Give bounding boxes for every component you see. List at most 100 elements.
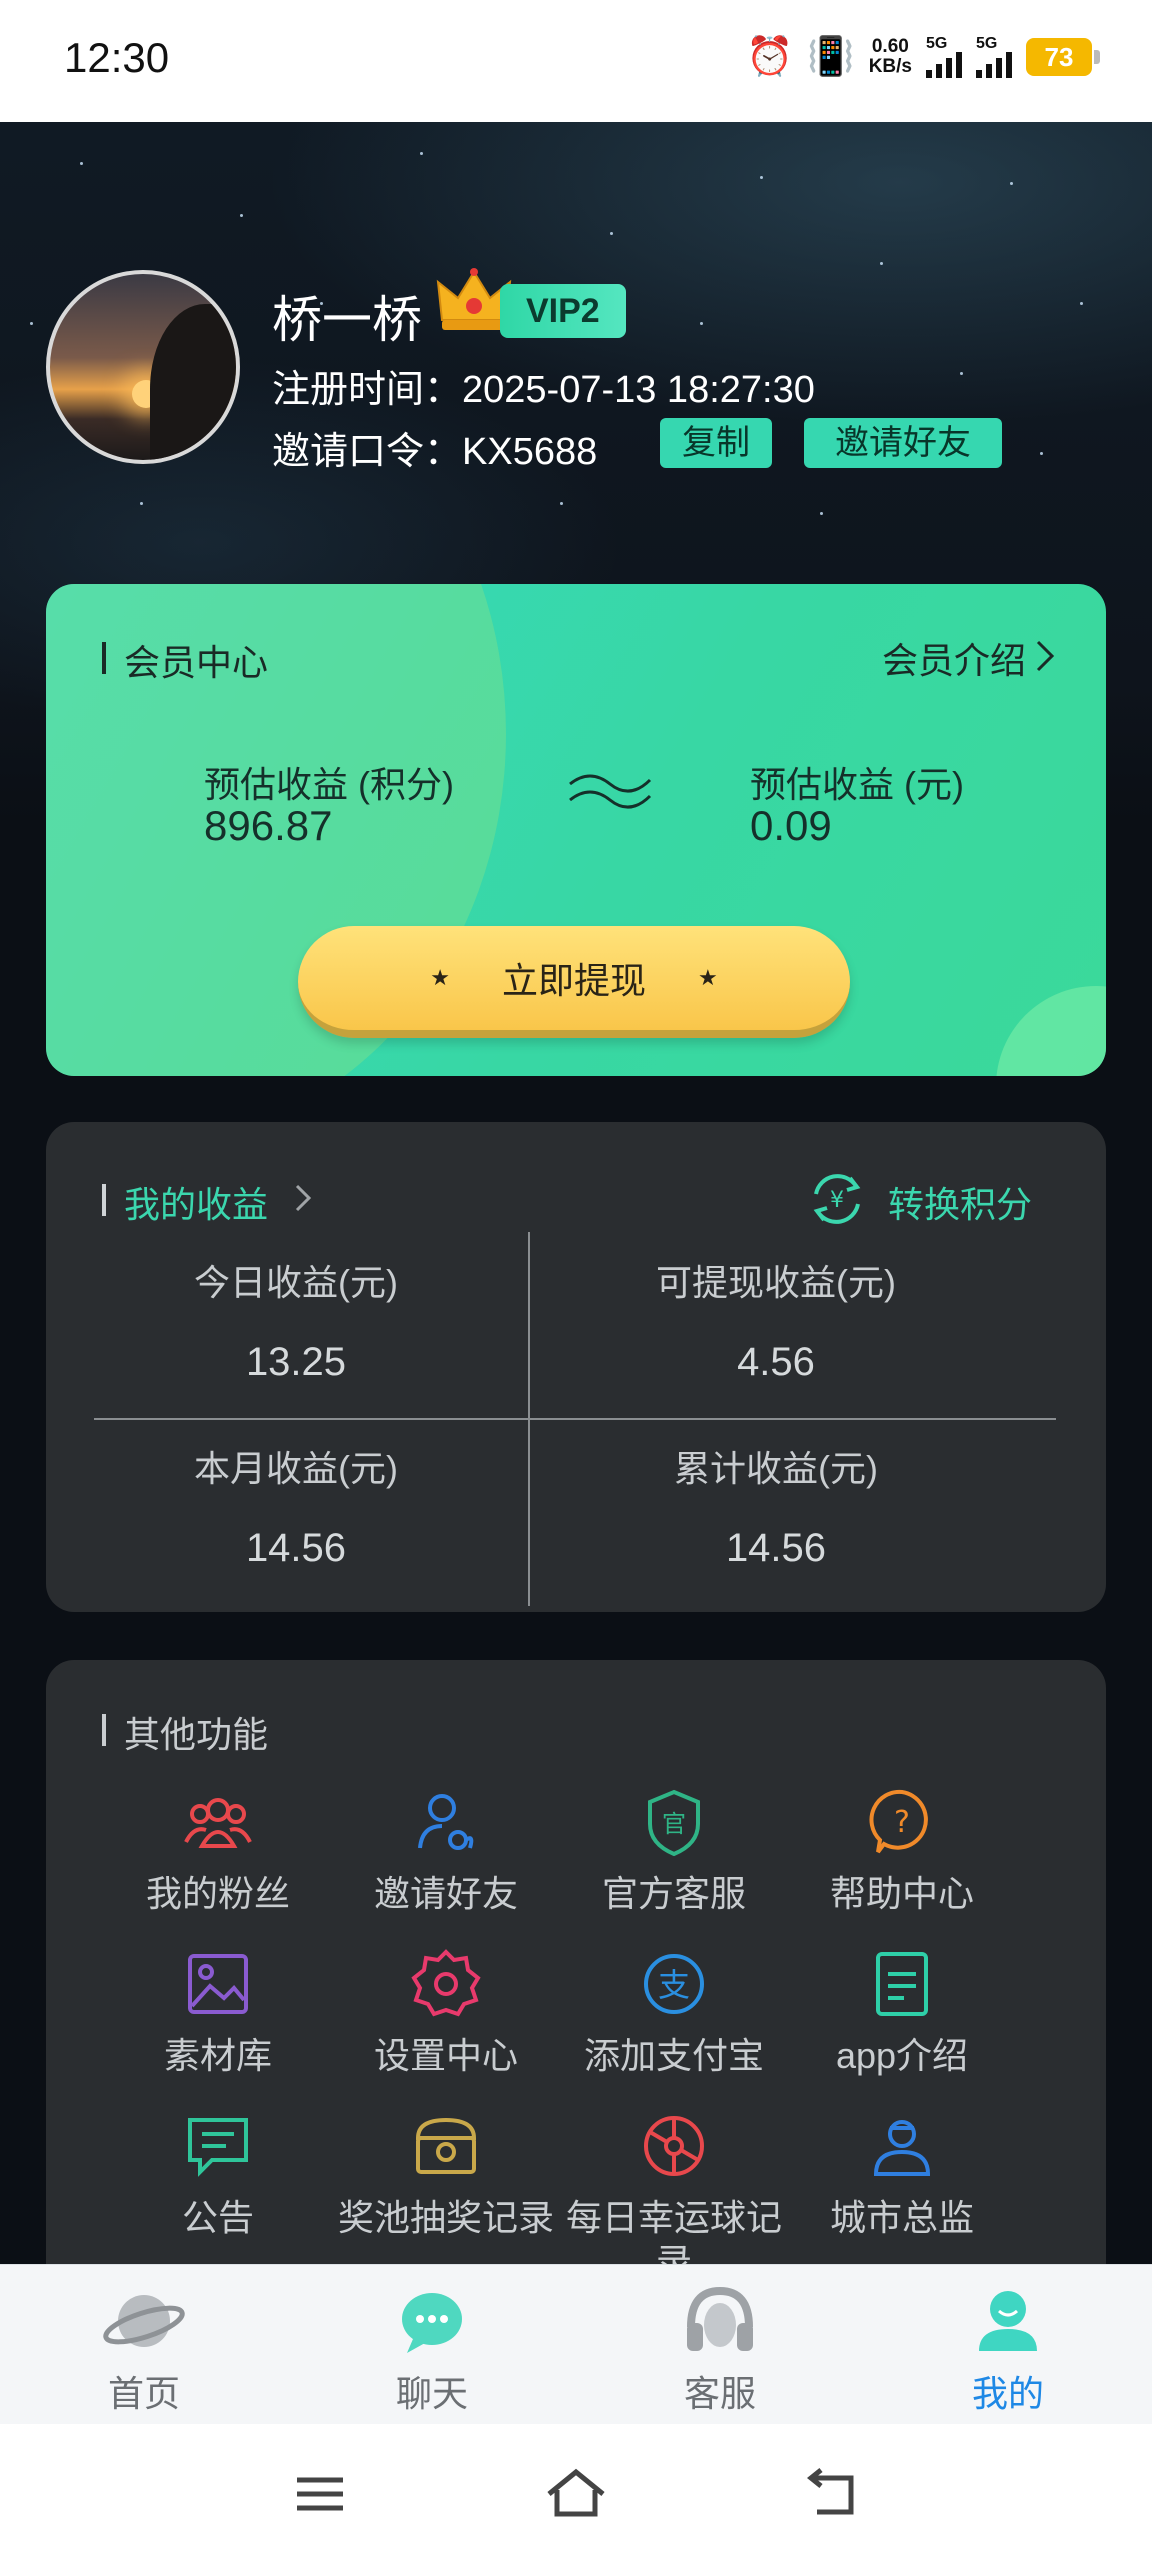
func-label: 帮助中心 [829, 1873, 974, 1914]
tab-chat[interactable]: 聊天 [332, 2281, 532, 2417]
svg-text:?: ? [894, 1805, 910, 1840]
member-center-card: 会员中心 会员介绍 预估收益 (积分) 896.87 预估收益 (元) 0.09… [46, 584, 1106, 1076]
func-app-intro[interactable]: app介绍 [788, 1946, 1016, 2078]
divider [94, 1418, 1056, 1420]
func-announcement[interactable]: 公告 [104, 2108, 332, 2240]
invite-friend-button[interactable]: 邀请好友 [804, 418, 1002, 468]
withdraw-button[interactable]: ★ 立即提现 ★ [298, 926, 850, 1038]
vibrate-icon: 📳 [807, 36, 855, 78]
today-earnings-value: 13.25 [245, 1340, 347, 1384]
signal-bars-icon [976, 52, 1012, 78]
chat-icon [402, 2293, 462, 2353]
month-earnings-value: 14.56 [245, 1526, 347, 1570]
func-label: 设置中心 [373, 2035, 518, 2076]
copy-button[interactable]: 复制 [660, 418, 772, 468]
withdraw-label: 立即提现 [501, 960, 646, 1001]
status-bar: 12:30 ⏰ 📳 0.60 KB/s 5G 5G 73 [0, 0, 1152, 122]
image-library-icon [188, 1954, 248, 2014]
signal-bars-icon [926, 52, 962, 78]
func-label: app介绍 [835, 2035, 969, 2076]
func-settings-center[interactable]: 设置中心 [332, 1946, 560, 2078]
est-yuan-label: 预估收益 (元) [750, 764, 964, 805]
avatar-silhouette [150, 304, 236, 460]
func-label: 城市总监 [829, 2197, 974, 2238]
svg-text:官: 官 [662, 1810, 686, 1838]
tab-label: 首页 [107, 2373, 180, 2414]
func-my-fans[interactable]: 我的粉丝 [104, 1784, 332, 1916]
func-label: 奖池抽奖记录 [337, 2197, 554, 2238]
home-icon[interactable] [541, 2464, 611, 2524]
func-city-director[interactable]: 城市总监 [788, 2108, 1016, 2240]
menu-icon[interactable] [285, 2464, 355, 2524]
net-speed-unit: KB/s [868, 56, 912, 77]
city-director-icon [873, 2120, 931, 2176]
today-earnings-label: 今日收益(元) [194, 1262, 398, 1303]
func-material-library[interactable]: 素材库 [104, 1946, 332, 2078]
network-speed: 0.60 KB/s [869, 37, 912, 77]
status-time: 12:30 [64, 34, 170, 81]
card-decoration [996, 986, 1106, 1076]
help-icon: ? [869, 1789, 928, 1854]
profile-icon [979, 2291, 1037, 2351]
est-yuan-value: 0.09 [750, 802, 832, 849]
tab-mine[interactable]: 我的 [908, 2281, 1108, 2417]
month-earnings-label: 本月收益(元) [194, 1448, 398, 1489]
invite-code: 邀请口令：KX5688 [272, 431, 598, 473]
vip-badge: VIP2 [500, 284, 626, 338]
signal-label: 5G [926, 35, 948, 52]
func-label: 添加支付宝 [583, 2035, 764, 2076]
register-time: 注册时间：2025-07-13 18:27:30 [272, 369, 815, 411]
tab-label: 客服 [683, 2373, 756, 2414]
func-label: 我的粉丝 [145, 1873, 290, 1914]
tab-label: 我的 [971, 2373, 1044, 2414]
status-icons: ⏰ 📳 0.60 KB/s 5G 5G 73 [746, 35, 1100, 78]
func-label: 邀请好友 [373, 1873, 518, 1914]
func-lucky-ball-record[interactable]: 每日幸运球记录 [560, 2108, 788, 2284]
other-functions-title: 其他功能 [102, 1706, 268, 1758]
headset-icon [687, 2286, 753, 2351]
svg-text:¥: ¥ [830, 1188, 844, 1213]
chevron-right-icon[interactable] [1032, 636, 1058, 676]
func-help-center[interactable]: ? 帮助中心 [788, 1784, 1016, 1916]
back-icon[interactable] [797, 2464, 867, 2524]
func-label: 公告 [181, 2197, 254, 2238]
lucky-ball-icon [644, 2116, 704, 2176]
func-add-alipay[interactable]: 支 添加支付宝 [560, 1946, 788, 2078]
tab-label: 聊天 [395, 2373, 468, 2414]
svg-text:支: 支 [658, 1966, 690, 2004]
settings-icon [411, 1949, 481, 2017]
my-earnings-card: 我的收益 ¥ 转换积分 今日收益(元) 13.25 可提现收益(元) 4.56 … [46, 1122, 1106, 1612]
convert-points-button[interactable]: 转换积分 [888, 1176, 1032, 1228]
net-speed-value: 0.60 [871, 36, 909, 57]
func-label: 官方客服 [601, 1873, 746, 1914]
announcement-icon [188, 2118, 248, 2177]
est-points-value: 896.87 [204, 802, 333, 849]
total-earnings-label: 累计收益(元) [674, 1448, 878, 1489]
member-intro-link[interactable]: 会员介绍 [882, 632, 1026, 684]
alarm-icon: ⏰ [746, 36, 794, 78]
withdrawable-earnings-value: 4.56 [737, 1340, 815, 1384]
avatar[interactable] [46, 270, 240, 464]
planet-icon [103, 2295, 185, 2347]
signal-label: 5G [976, 35, 998, 52]
func-invite-friends[interactable]: 邀请好友 [332, 1784, 560, 1916]
my-earnings-link[interactable]: 我的收益 [102, 1176, 268, 1228]
tab-customer-service[interactable]: 客服 [620, 2281, 820, 2417]
convert-points-icon[interactable]: ¥ [806, 1168, 868, 1230]
star-icon: ★ [698, 965, 718, 990]
invite-user-icon [418, 1794, 474, 1850]
chevron-right-icon[interactable] [292, 1180, 314, 1216]
official-service-icon: 官 [648, 1789, 700, 1857]
star-icon: ★ [430, 965, 450, 990]
total-earnings-value: 14.56 [725, 1526, 827, 1570]
fans-icon [184, 1798, 252, 1848]
member-center-title: 会员中心 [102, 634, 268, 686]
tab-home[interactable]: 首页 [44, 2281, 244, 2417]
system-nav-bar [0, 2424, 1152, 2560]
signal-5g-1: 5G [926, 36, 962, 78]
bottom-tab-bar: 首页 聊天 客服 我的 [0, 2264, 1152, 2424]
func-official-service[interactable]: 官 官方客服 [560, 1784, 788, 1916]
approx-equal-icon [569, 774, 652, 809]
func-prize-pool-record[interactable]: 奖池抽奖记录 [332, 2108, 560, 2240]
other-functions-card: 其他功能 我的粉丝 邀请好友 官 官方客服 ? 帮助中心 素材库 设置中心 支 … [46, 1660, 1106, 2300]
